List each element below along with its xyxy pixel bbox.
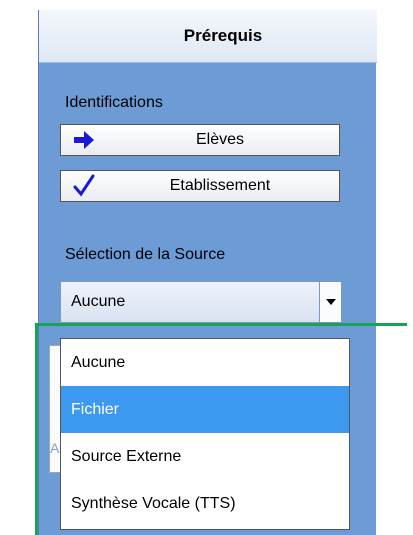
identifications-label: Identifications <box>65 94 163 111</box>
option-fichier[interactable]: Fichier <box>61 386 349 433</box>
source-selection-label: Sélection de la Source <box>65 246 226 263</box>
panel-header: Prérequis <box>39 10 377 63</box>
panel-title: Prérequis <box>183 26 263 45</box>
source-select[interactable]: Aucune <box>60 281 342 323</box>
etablissement-button[interactable]: Etablissement <box>60 170 340 202</box>
option-source-externe[interactable]: Source Externe <box>61 433 349 480</box>
eleves-button[interactable]: Elèves <box>60 124 340 156</box>
option-synthese-vocale[interactable]: Synthèse Vocale (TTS) <box>61 480 349 527</box>
dropdown-arrow-button[interactable] <box>319 282 341 322</box>
option-aucune[interactable]: Aucune <box>61 339 349 386</box>
chevron-down-icon <box>326 299 336 305</box>
source-select-value: Aucune <box>71 293 126 310</box>
etablissement-button-label: Etablissement <box>169 177 271 194</box>
source-dropdown-list[interactable]: Aucune Fichier Source Externe Synthèse V… <box>60 338 350 530</box>
overlay-line-horizontal <box>35 323 407 326</box>
eleves-button-label: Elèves <box>195 131 245 148</box>
overlay-line-vertical <box>35 323 38 535</box>
